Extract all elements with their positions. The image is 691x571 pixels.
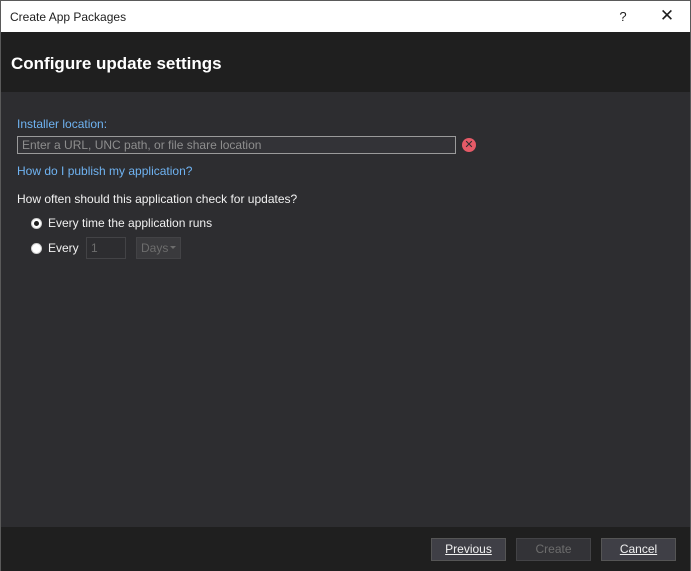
- previous-button-label: Previous: [445, 542, 492, 556]
- interval-value-input[interactable]: 1: [86, 237, 126, 259]
- error-x-icon: ✕: [462, 138, 476, 152]
- radio-label-every: Every: [48, 241, 79, 255]
- installer-location-input[interactable]: [17, 136, 456, 154]
- create-app-packages-dialog: Create App Packages ? ✕ Configure update…: [0, 0, 691, 571]
- radio-label-every-run: Every time the application runs: [48, 216, 213, 230]
- chevron-down-icon: [170, 246, 176, 249]
- radio-option-every-run[interactable]: Every time the application runs: [31, 214, 212, 232]
- update-frequency-question: How often should this application check …: [17, 192, 298, 206]
- interval-unit-value: Days: [141, 241, 169, 255]
- create-button-label: Create: [535, 542, 572, 556]
- radio-button-checked[interactable]: [31, 217, 42, 229]
- radio-button-unchecked[interactable]: [31, 242, 42, 254]
- cancel-button-label: Cancel: [619, 542, 658, 556]
- help-button[interactable]: ?: [605, 1, 641, 32]
- window-title: Create App Packages: [10, 10, 127, 24]
- close-button[interactable]: ✕: [649, 1, 685, 32]
- installer-location-label: Installer location:: [17, 117, 108, 131]
- page-header: Configure update settings: [1, 32, 690, 92]
- interval-unit-dropdown[interactable]: Days: [136, 237, 181, 259]
- title-bar: Create App Packages ? ✕: [1, 1, 690, 32]
- radio-option-every-interval[interactable]: Every: [31, 239, 79, 257]
- publish-help-link[interactable]: How do I publish my application?: [17, 164, 192, 178]
- dialog-footer: Previous Create Cancel: [1, 527, 690, 571]
- previous-button[interactable]: Previous: [431, 538, 506, 561]
- page-title: Configure update settings: [11, 54, 222, 73]
- cancel-button[interactable]: Cancel: [601, 538, 676, 561]
- create-button[interactable]: Create: [516, 538, 591, 561]
- settings-panel: Installer location: ✕ How do I publish m…: [1, 92, 690, 527]
